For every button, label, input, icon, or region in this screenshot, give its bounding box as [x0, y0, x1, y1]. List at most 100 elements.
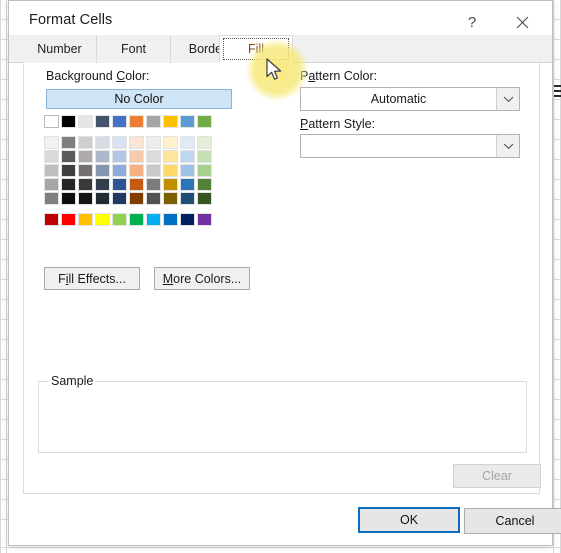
- theme-variant-swatch-r3-5[interactable]: [129, 178, 144, 191]
- theme-variant-swatch-r3-8[interactable]: [180, 178, 195, 191]
- fill-effects-button[interactable]: Fill Effects...: [44, 267, 140, 290]
- theme-variant-swatch-r2-5[interactable]: [129, 164, 144, 177]
- theme-variant-swatch-r4-5[interactable]: [129, 192, 144, 205]
- theme-color-swatch-9[interactable]: [197, 115, 212, 128]
- pattern-style-combobox[interactable]: [300, 134, 520, 158]
- standard-color-swatch-0[interactable]: [44, 213, 59, 226]
- theme-variant-swatch-r2-6[interactable]: [146, 164, 161, 177]
- standard-color-swatch-5[interactable]: [129, 213, 144, 226]
- theme-variant-swatch-r0-5[interactable]: [129, 136, 144, 149]
- question-mark-icon: ?: [468, 14, 476, 31]
- standard-color-swatch-7[interactable]: [163, 213, 178, 226]
- theme-variant-swatch-r2-0[interactable]: [44, 164, 59, 177]
- cancel-button[interactable]: Cancel: [464, 508, 561, 534]
- standard-color-swatch-8[interactable]: [180, 213, 195, 226]
- sample-groupbox: [38, 381, 527, 453]
- theme-variant-swatch-r3-9[interactable]: [197, 178, 212, 191]
- standard-color-swatch-9[interactable]: [197, 213, 212, 226]
- palette-spacer: [44, 129, 234, 136]
- ok-label: OK: [400, 513, 418, 527]
- theme-variant-swatch-r0-9[interactable]: [197, 136, 212, 149]
- theme-variant-swatch-r2-8[interactable]: [180, 164, 195, 177]
- theme-variant-swatch-r1-2[interactable]: [78, 150, 93, 163]
- tab-number[interactable]: Number: [23, 35, 97, 63]
- theme-variant-swatch-r0-0[interactable]: [44, 136, 59, 149]
- palette-variant-row: [44, 178, 234, 191]
- ok-button[interactable]: OK: [358, 507, 460, 533]
- theme-variant-swatch-r0-1[interactable]: [61, 136, 76, 149]
- theme-variant-swatch-r0-6[interactable]: [146, 136, 161, 149]
- theme-variant-swatch-r4-0[interactable]: [44, 192, 59, 205]
- theme-variant-swatch-r4-8[interactable]: [180, 192, 195, 205]
- theme-variant-swatch-r2-1[interactable]: [61, 164, 76, 177]
- background-color-label: Background Color:: [46, 69, 150, 83]
- color-palette: [44, 115, 234, 227]
- standard-color-swatch-2[interactable]: [78, 213, 93, 226]
- no-color-button[interactable]: No Color: [46, 89, 232, 109]
- theme-variant-swatch-r4-6[interactable]: [146, 192, 161, 205]
- palette-spacer: [44, 206, 234, 213]
- theme-color-swatch-7[interactable]: [163, 115, 178, 128]
- theme-variant-swatch-r1-5[interactable]: [129, 150, 144, 163]
- theme-variant-swatch-r2-3[interactable]: [95, 164, 110, 177]
- pattern-style-label: Pattern Style:: [300, 117, 375, 131]
- pattern-color-combobox[interactable]: Automatic: [300, 87, 520, 111]
- no-color-label: No Color: [114, 92, 163, 106]
- theme-variant-swatch-r4-7[interactable]: [163, 192, 178, 205]
- clear-label: Clear: [482, 469, 512, 483]
- standard-color-swatch-1[interactable]: [61, 213, 76, 226]
- theme-variant-swatch-r0-2[interactable]: [78, 136, 93, 149]
- theme-color-swatch-0[interactable]: [44, 115, 59, 128]
- theme-color-swatch-5[interactable]: [129, 115, 144, 128]
- theme-variant-swatch-r4-1[interactable]: [61, 192, 76, 205]
- theme-variant-swatch-r2-9[interactable]: [197, 164, 212, 177]
- theme-variant-swatch-r1-0[interactable]: [44, 150, 59, 163]
- standard-color-swatch-4[interactable]: [112, 213, 127, 226]
- theme-variant-swatch-r0-7[interactable]: [163, 136, 178, 149]
- theme-variant-swatch-r1-7[interactable]: [163, 150, 178, 163]
- theme-variant-swatch-r3-6[interactable]: [146, 178, 161, 191]
- tab-font[interactable]: Font: [97, 35, 171, 63]
- theme-color-swatch-4[interactable]: [112, 115, 127, 128]
- theme-variant-swatch-r3-4[interactable]: [112, 178, 127, 191]
- palette-variant-row: [44, 192, 234, 205]
- theme-variant-swatch-r3-0[interactable]: [44, 178, 59, 191]
- theme-variant-swatch-r2-4[interactable]: [112, 164, 127, 177]
- theme-color-swatch-8[interactable]: [180, 115, 195, 128]
- theme-variant-swatch-r1-9[interactable]: [197, 150, 212, 163]
- theme-variant-swatch-r3-1[interactable]: [61, 178, 76, 191]
- theme-variant-swatch-r4-4[interactable]: [112, 192, 127, 205]
- theme-color-swatch-2[interactable]: [78, 115, 93, 128]
- palette-variant-row: [44, 136, 234, 149]
- theme-variant-swatch-r3-3[interactable]: [95, 178, 110, 191]
- theme-variant-swatch-r2-2[interactable]: [78, 164, 93, 177]
- tab-label: Font: [121, 42, 146, 56]
- more-colors-button[interactable]: More Colors...: [154, 267, 250, 290]
- tab-label: Number: [37, 42, 81, 56]
- theme-color-swatch-1[interactable]: [61, 115, 76, 128]
- theme-variant-swatch-r1-6[interactable]: [146, 150, 161, 163]
- theme-variant-swatch-r3-7[interactable]: [163, 178, 178, 191]
- theme-variant-swatch-r1-8[interactable]: [180, 150, 195, 163]
- standard-color-swatch-3[interactable]: [95, 213, 110, 226]
- theme-variant-swatch-r3-2[interactable]: [78, 178, 93, 191]
- theme-variant-swatch-r1-1[interactable]: [61, 150, 76, 163]
- theme-variant-swatch-r4-9[interactable]: [197, 192, 212, 205]
- cancel-label: Cancel: [496, 514, 535, 528]
- theme-variant-swatch-r0-3[interactable]: [95, 136, 110, 149]
- theme-color-swatch-3[interactable]: [95, 115, 110, 128]
- standard-color-swatch-6[interactable]: [146, 213, 161, 226]
- theme-variant-swatch-r0-4[interactable]: [112, 136, 127, 149]
- theme-variant-swatch-r4-3[interactable]: [95, 192, 110, 205]
- theme-color-swatch-6[interactable]: [146, 115, 161, 128]
- chevron-down-icon[interactable]: [496, 88, 519, 110]
- palette-theme-header-row: [44, 115, 234, 128]
- clear-button[interactable]: Clear: [453, 464, 541, 488]
- theme-variant-swatch-r4-2[interactable]: [78, 192, 93, 205]
- theme-variant-swatch-r1-4[interactable]: [112, 150, 127, 163]
- tab-fill[interactable]: Fill: [219, 35, 293, 63]
- chevron-down-icon[interactable]: [496, 135, 519, 157]
- theme-variant-swatch-r2-7[interactable]: [163, 164, 178, 177]
- theme-variant-swatch-r0-8[interactable]: [180, 136, 195, 149]
- theme-variant-swatch-r1-3[interactable]: [95, 150, 110, 163]
